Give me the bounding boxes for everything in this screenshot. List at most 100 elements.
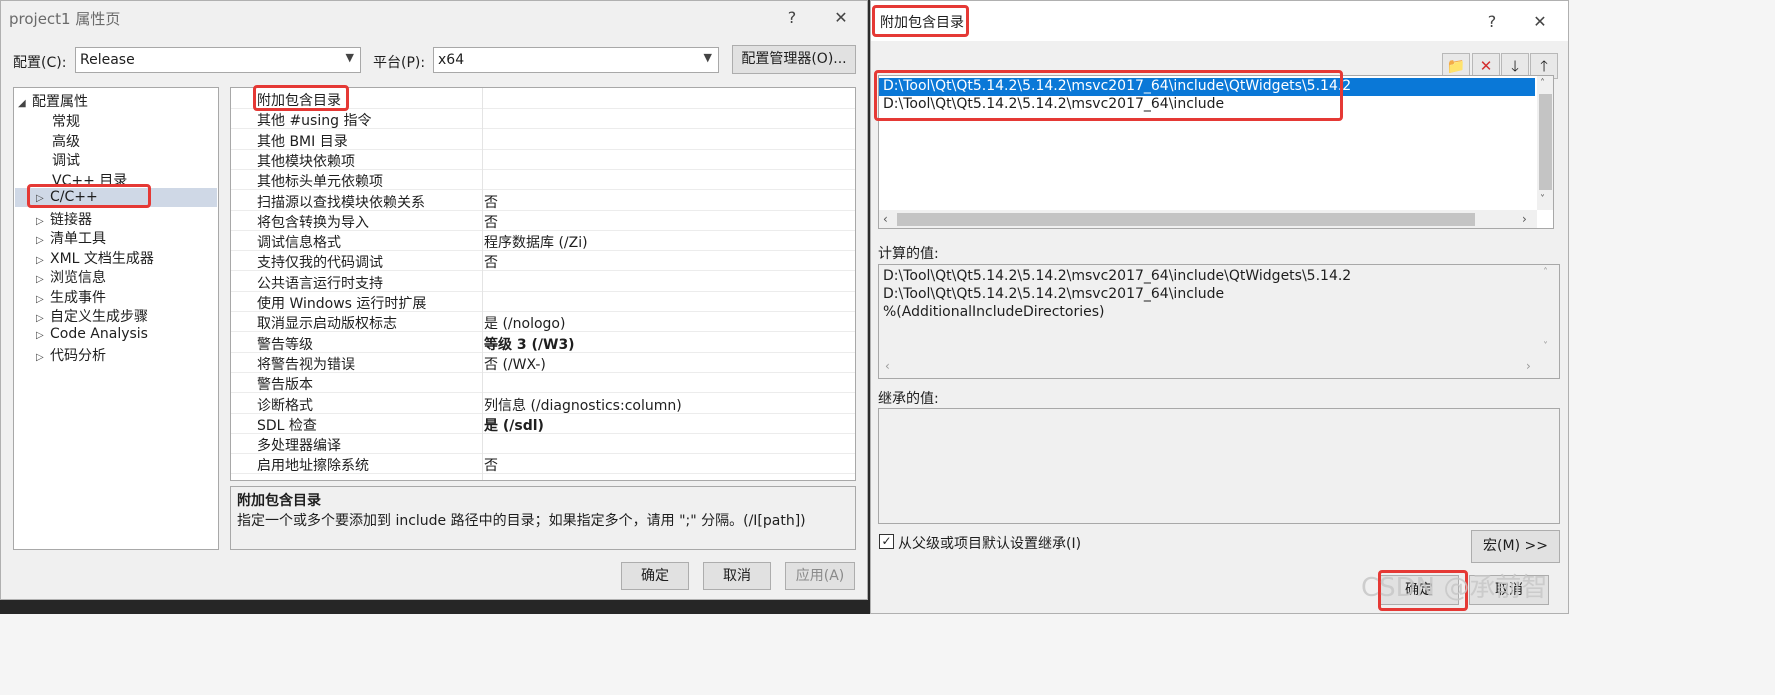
property-value[interactable]: 否 (/WX-) <box>484 354 546 374</box>
property-row[interactable]: 其他标头单元依赖项 <box>231 170 855 191</box>
property-row[interactable]: SDL 检查 是 (/sdl) <box>231 414 855 434</box>
scroll-right-icon[interactable]: › <box>1522 212 1527 226</box>
property-row[interactable]: 将警告视为错误 否 (/WX-) <box>231 353 855 373</box>
tree-item[interactable]: 常规 <box>52 111 80 131</box>
property-row[interactable]: 其他 BMI 目录 <box>231 130 855 150</box>
tree-item[interactable]: ▷ 清单工具 <box>36 228 106 248</box>
property-name: 多处理器编译 <box>257 438 341 455</box>
tree-item-label: 自定义生成步骤 <box>50 309 148 325</box>
collapsed-triangle-icon[interactable]: ▷ <box>36 235 50 246</box>
collapsed-triangle-icon[interactable]: ▷ <box>36 313 50 324</box>
tree-item[interactable]: ▷ C/C++ <box>36 189 98 205</box>
config-manager-button[interactable]: 配置管理器(O)... <box>732 45 856 74</box>
close-button[interactable]: ✕ <box>1526 9 1554 35</box>
computed-line: D:\Tool\Qt\Qt5.14.2\5.14.2\msvc2017_64\i… <box>883 268 1352 284</box>
help-button[interactable]: ? <box>778 5 806 31</box>
tree-item[interactable]: ▷ 生成事件 <box>36 287 106 307</box>
property-name: 附加包含目录 <box>257 93 341 109</box>
apply-button[interactable]: 应用(A) <box>785 562 855 590</box>
config-manager-label: 配置管理器(O)... <box>741 51 847 67</box>
dialog-title: project1 属性页 <box>9 10 121 28</box>
property-value[interactable]: 否 <box>484 192 498 212</box>
tree-root[interactable]: ◢ 配置属性 <box>18 91 88 111</box>
column-divider <box>482 88 483 480</box>
scroll-up-icon[interactable]: ˄ <box>1540 78 1545 89</box>
background-bottom <box>0 614 1569 695</box>
tree-item[interactable]: 高级 <box>52 131 80 151</box>
collapsed-triangle-icon[interactable]: ▷ <box>36 255 50 266</box>
collapsed-triangle-icon[interactable]: ▷ <box>36 294 50 305</box>
property-value[interactable]: 否 <box>484 212 498 232</box>
property-row[interactable]: 警告等级 等级 3 (/W3) <box>231 333 855 353</box>
macro-label: 宏(M) >> <box>1483 538 1548 554</box>
property-row[interactable]: 将包含转换为导入 否 <box>231 211 855 231</box>
collapsed-triangle-icon[interactable]: ▷ <box>36 352 50 363</box>
property-row[interactable]: 警告版本 <box>231 373 855 394</box>
property-name: 其他模块依赖项 <box>257 153 355 170</box>
tree-item[interactable]: ▷ Code Analysis <box>36 326 148 342</box>
scroll-right-icon[interactable]: › <box>1526 359 1531 373</box>
help-button[interactable]: ? <box>1478 9 1506 35</box>
platform-label: 平台(P): <box>373 55 426 71</box>
property-row[interactable]: 其他模块依赖项 <box>231 150 855 170</box>
scroll-thumb[interactable] <box>1539 94 1552 190</box>
collapsed-triangle-icon[interactable]: ▷ <box>36 216 50 227</box>
ok-label: 确定 <box>641 568 669 584</box>
list-item[interactable]: D:\Tool\Qt\Qt5.14.2\5.14.2\msvc2017_64\i… <box>883 96 1224 112</box>
scroll-down-icon[interactable]: ˅ <box>1540 194 1545 205</box>
vertical-scrollbar[interactable]: ˄ ˅ <box>1537 76 1553 210</box>
close-button[interactable]: ✕ <box>827 5 855 31</box>
property-value[interactable]: 否 <box>484 252 498 272</box>
entries-list[interactable]: D:\Tool\Qt\Qt5.14.2\5.14.2\msvc2017_64\i… <box>878 75 1554 229</box>
property-row[interactable]: 调试信息格式 程序数据库 (/Zi) <box>231 231 855 252</box>
property-row[interactable]: 扫描源以查找模块依赖关系 否 <box>231 191 855 211</box>
inherited-values-box <box>878 408 1560 524</box>
inherit-checkbox[interactable]: ✓ <box>879 534 894 549</box>
tree-item[interactable]: ▷ XML 文档生成器 <box>36 248 154 268</box>
property-value[interactable]: 等级 3 (/W3) <box>484 334 575 354</box>
collapsed-triangle-icon[interactable]: ▷ <box>36 193 50 204</box>
property-name: 公共语言运行时支持 <box>257 275 383 292</box>
property-name: 使用 Windows 运行时扩展 <box>257 296 427 312</box>
property-row[interactable]: 取消显示启动版权标志 是 (/nologo) <box>231 312 855 333</box>
inherited-label: 继承的值: <box>878 391 939 407</box>
config-dropdown[interactable]: Release ▼ <box>75 47 361 73</box>
chevron-down-icon: ▼ <box>703 51 712 64</box>
scroll-left-icon[interactable]: ‹ <box>885 359 890 373</box>
tree-item-label: XML 文档生成器 <box>50 250 154 267</box>
property-value[interactable]: 是 (/nologo) <box>484 313 565 333</box>
property-value[interactable]: 程序数据库 (/Zi) <box>484 232 588 252</box>
property-row[interactable]: 启用地址擦除系统 否 <box>231 454 855 475</box>
property-value[interactable]: 列信息 (/diagnostics:column) <box>484 395 682 415</box>
cancel-button[interactable]: 取消 <box>703 562 771 590</box>
platform-value: x64 <box>438 52 465 68</box>
ok-button[interactable]: 确定 <box>621 562 689 590</box>
scroll-left-icon[interactable]: ‹ <box>883 212 888 226</box>
property-value[interactable]: 否 <box>484 455 498 475</box>
macro-button[interactable]: 宏(M) >> <box>1471 530 1560 563</box>
property-row[interactable]: 支持仅我的代码调试 否 <box>231 251 855 272</box>
collapsed-triangle-icon[interactable]: ▷ <box>36 274 50 285</box>
property-row[interactable]: 使用 Windows 运行时扩展 <box>231 292 855 312</box>
property-row[interactable]: 附加包含目录 <box>231 89 855 109</box>
tree-item[interactable]: ▷ 自定义生成步骤 <box>36 306 148 326</box>
scroll-thumb[interactable] <box>897 213 1475 226</box>
collapsed-triangle-icon[interactable]: ▷ <box>36 330 50 341</box>
property-row[interactable]: 公共语言运行时支持 <box>231 272 855 292</box>
scroll-up-icon[interactable]: ˄ <box>1543 267 1548 278</box>
property-row[interactable]: 其他 #using 指令 <box>231 109 855 130</box>
property-name: 支持仅我的代码调试 <box>257 255 383 272</box>
list-item[interactable]: D:\Tool\Qt\Qt5.14.2\5.14.2\msvc2017_64\i… <box>883 78 1351 94</box>
horizontal-scrollbar[interactable]: ‹ › <box>879 210 1537 228</box>
tree-item-label: 浏览信息 <box>50 270 106 286</box>
platform-dropdown[interactable]: x64 ▼ <box>433 47 719 73</box>
property-row[interactable]: 诊断格式 列信息 (/diagnostics:column) <box>231 394 855 414</box>
tree-item[interactable]: 调试 <box>52 150 80 170</box>
tree-item[interactable]: ▷ 浏览信息 <box>36 267 106 287</box>
tree-item[interactable]: ▷ 代码分析 <box>36 345 106 365</box>
property-value[interactable]: 是 (/sdl) <box>484 415 544 435</box>
tree-item[interactable]: ▷ 链接器 <box>36 209 92 229</box>
tree-item[interactable]: VC++ 目录 <box>52 170 127 190</box>
scroll-down-icon[interactable]: ˅ <box>1543 341 1548 352</box>
property-row[interactable]: 多处理器编译 <box>231 434 855 455</box>
